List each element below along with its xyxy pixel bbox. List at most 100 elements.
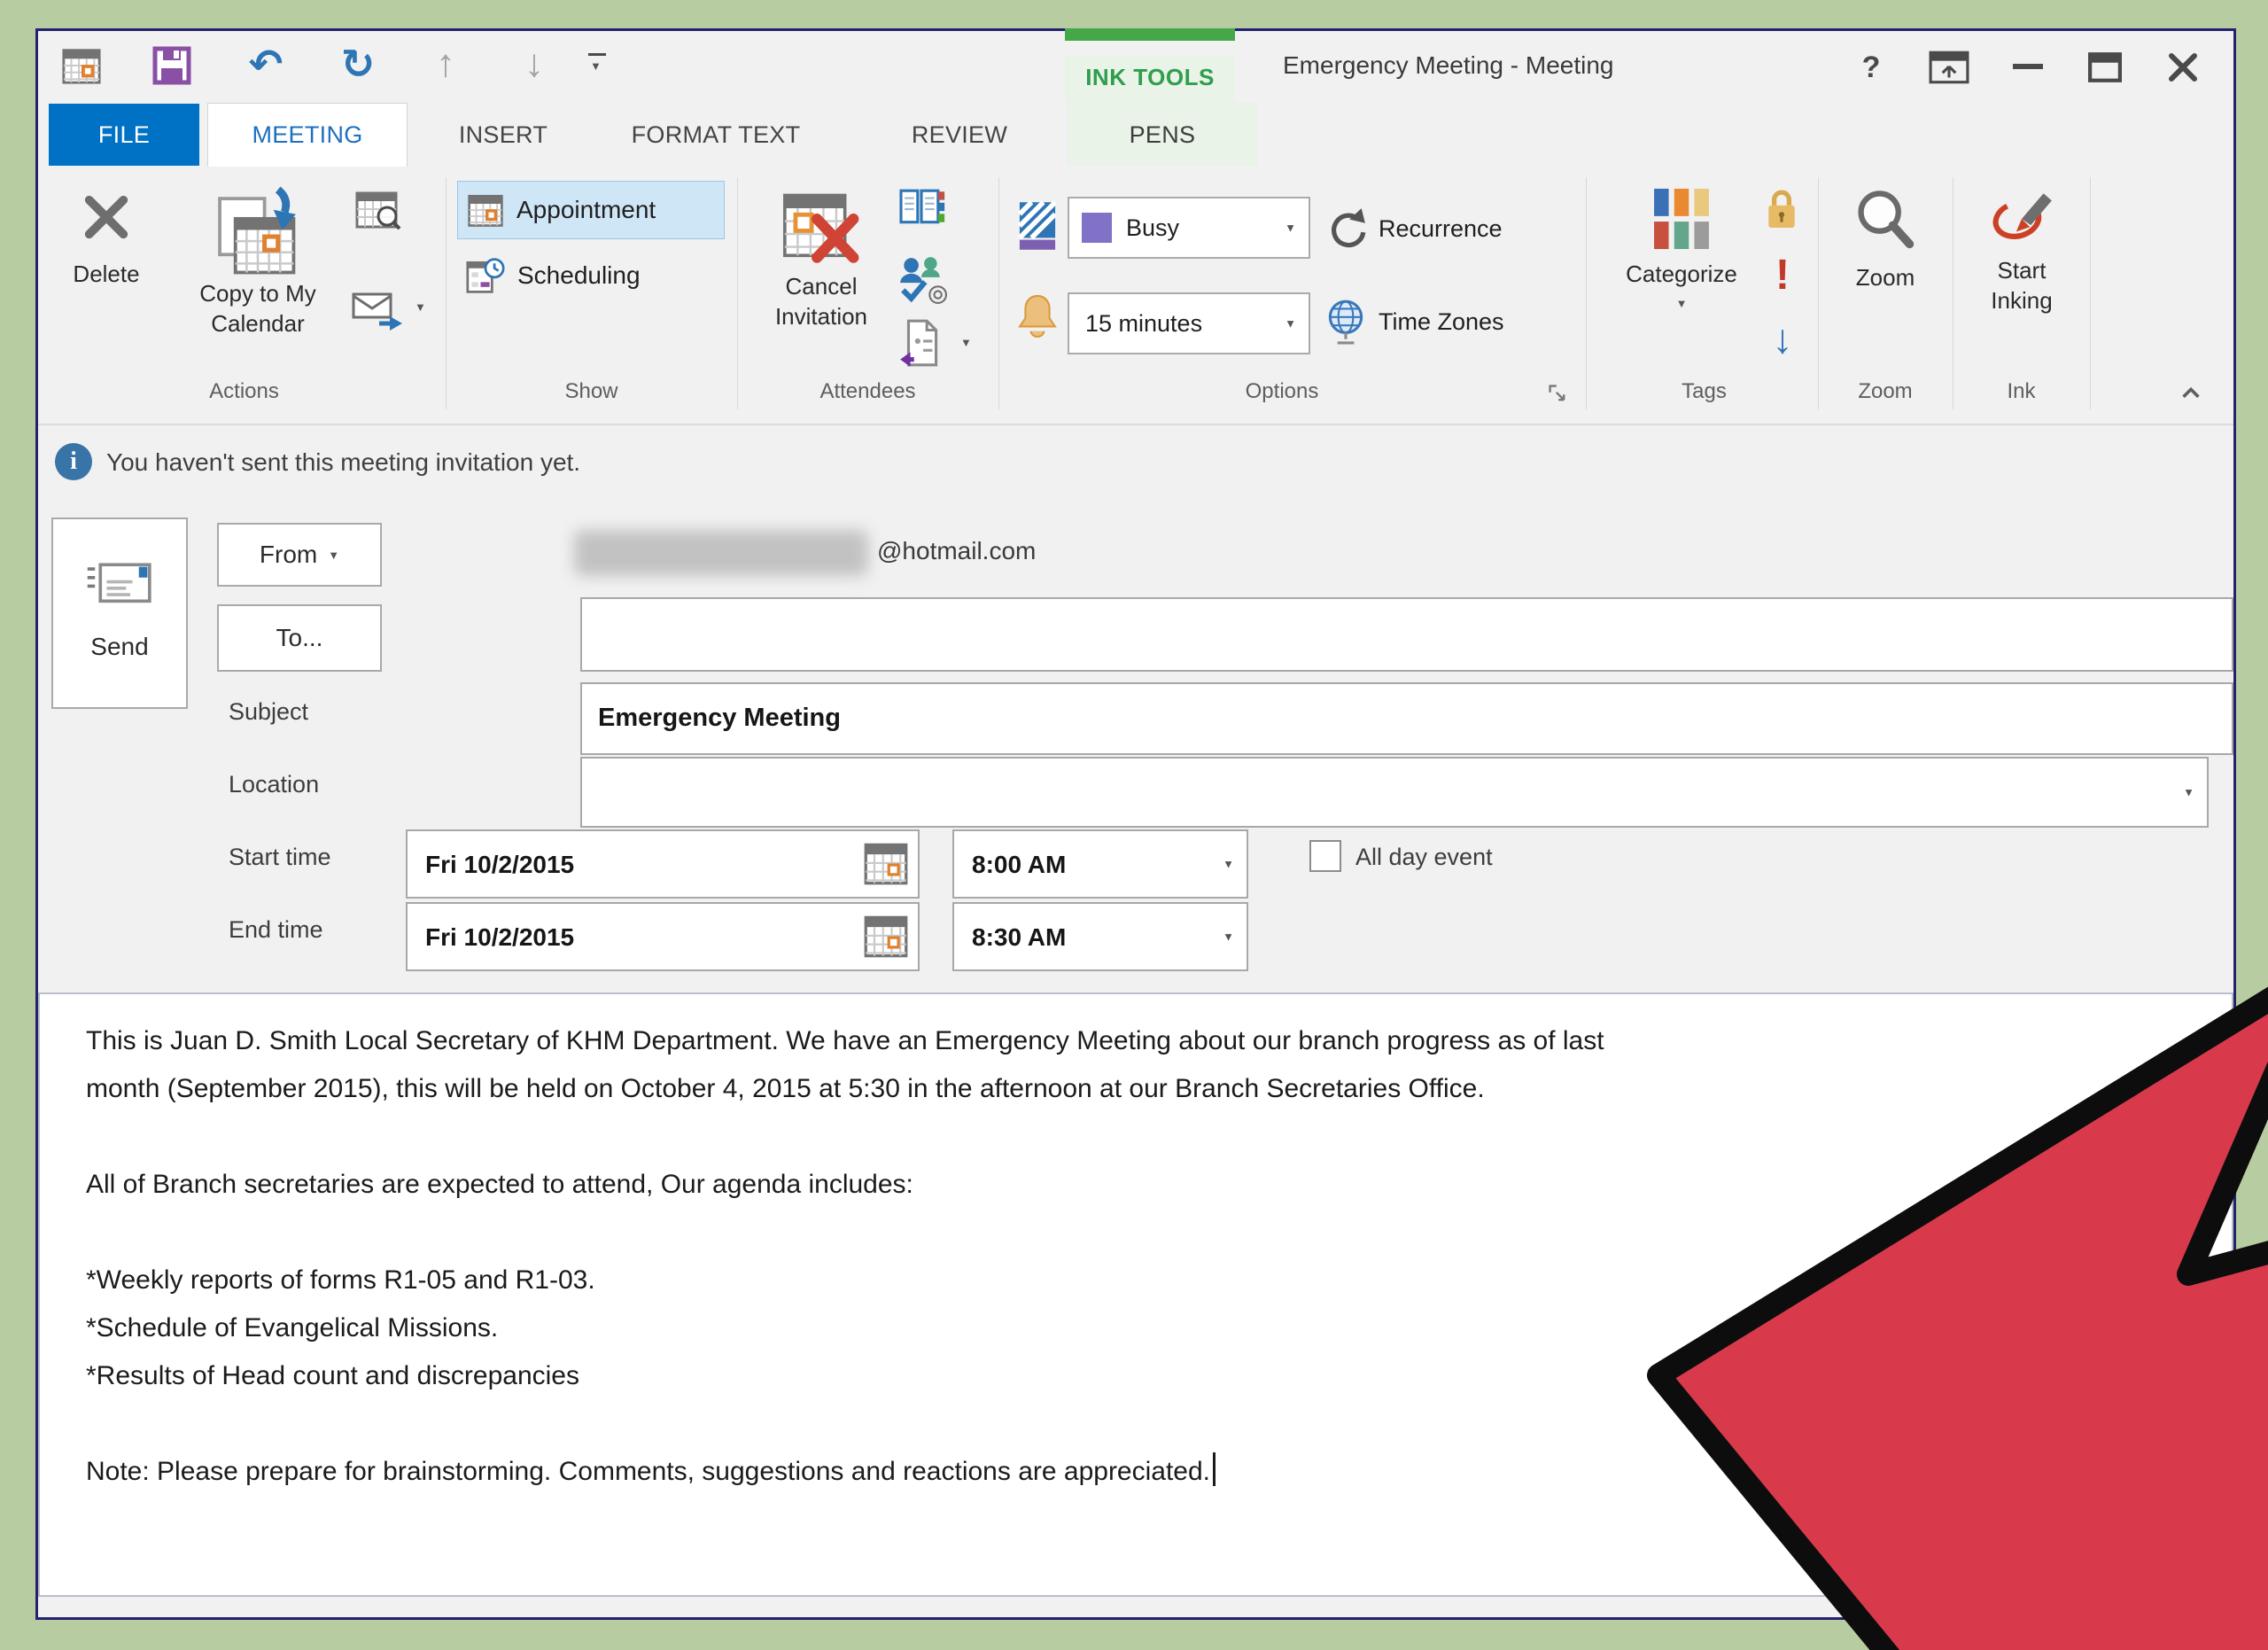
qat-app-calendar-icon[interactable] — [58, 41, 105, 90]
location-label: Location — [229, 771, 319, 798]
categorize-button[interactable]: Categorize ▼ — [1607, 175, 1756, 381]
globe-icon — [1324, 298, 1368, 346]
time-zones-button[interactable]: Time Zones — [1324, 294, 1581, 349]
group-separator — [446, 177, 447, 409]
body-last-line: Note: Please prepare for brainstorming. … — [86, 1448, 2205, 1496]
response-options-caret-icon[interactable]: ▼ — [960, 337, 972, 348]
close-button[interactable] — [2162, 46, 2204, 89]
reminder-bell-icon — [1017, 292, 1058, 344]
tab-meeting[interactable]: MEETING — [207, 103, 408, 167]
minimize-button[interactable] — [2013, 64, 2043, 69]
message-body-text: This is Juan D. Smith Local Secretary of… — [86, 1017, 2205, 1496]
low-importance-icon-button[interactable]: ↓ — [1763, 308, 1802, 369]
body-line — [86, 1113, 2205, 1161]
categorize-caret-icon: ▼ — [1676, 298, 1688, 309]
group-separator — [2090, 177, 2091, 409]
reminder-caret-icon: ▼ — [1285, 318, 1296, 330]
show-as-value: Busy — [1126, 214, 1179, 242]
qat-save-icon[interactable] — [149, 41, 195, 90]
forward-meeting-icon-button[interactable] — [349, 285, 404, 335]
location-input[interactable]: ▼ — [580, 757, 2209, 828]
show-as-caret-icon: ▼ — [1285, 222, 1296, 234]
response-options-icon-button[interactable] — [897, 315, 946, 370]
qat-more-commands-icon[interactable]: ▼ — [586, 51, 610, 78]
tab-review[interactable]: REVIEW — [875, 104, 1044, 166]
start-inking-button[interactable]: Start Inking — [1960, 175, 2084, 381]
group-separator — [1818, 177, 1819, 409]
body-line: *Schedule of Evangelical Missions. — [86, 1304, 2205, 1352]
maximize-button[interactable] — [2084, 46, 2126, 89]
delete-button[interactable]: Delete — [51, 177, 161, 383]
open-calendar-icon-button[interactable] — [353, 186, 404, 236]
qat-down-arrow-icon[interactable]: ↓ — [512, 37, 556, 90]
start-date-input[interactable]: Fri 10/2/2015 — [406, 829, 920, 899]
tab-insert[interactable]: INSERT — [432, 104, 574, 166]
forward-dropdown-caret-icon[interactable]: ▼ — [415, 301, 426, 313]
body-line: month (September 2015), this will be hel… — [86, 1065, 2205, 1113]
body-line: All of Branch secretaries are expected t… — [86, 1161, 2205, 1209]
magnifier-icon — [1852, 186, 1919, 253]
to-input[interactable] — [580, 597, 2233, 672]
ink-tools-context-bar — [1065, 28, 1235, 41]
zoom-button[interactable]: Zoom — [1830, 175, 1940, 381]
address-book-icon-button[interactable] — [895, 183, 948, 232]
group-separator — [1586, 177, 1587, 409]
body-line: This is Juan D. Smith Local Secretary of… — [86, 1017, 2205, 1065]
show-as-busy-icon — [1017, 200, 1058, 252]
reminder-value: 15 minutes — [1085, 310, 1202, 338]
group-label-show: Show — [446, 379, 737, 404]
scheduling-toggle[interactable]: Scheduling — [457, 246, 725, 305]
high-importance-icon-button[interactable]: ! — [1765, 245, 1800, 305]
end-time-select[interactable]: 8:30 AM ▼ — [952, 902, 1248, 971]
reminder-select[interactable]: 15 minutes ▼ — [1068, 292, 1310, 354]
start-inking-pen-icon — [1987, 186, 2056, 255]
cancel-invitation-button[interactable]: Cancel Invitation — [751, 175, 891, 381]
start-date-picker-icon[interactable] — [863, 840, 909, 892]
body-line — [86, 1209, 2205, 1257]
subject-input[interactable]: Emergency Meeting — [580, 682, 2233, 755]
from-address-domain: @hotmail.com — [877, 537, 1036, 565]
ribbon-display-options-button[interactable] — [1924, 46, 1974, 89]
screenshot-root: ↶ ↻ ↑ ↓ ▼ INK TOOLS Emergency Meeting - … — [0, 0, 2268, 1650]
start-time-label: Start time — [229, 844, 331, 871]
end-time-label: End time — [229, 916, 323, 944]
message-body-editor[interactable]: This is Juan D. Smith Local Secretary of… — [38, 992, 2233, 1597]
appointment-calendar-icon — [467, 191, 504, 229]
qat-undo-icon[interactable]: ↶ — [241, 37, 291, 90]
text-cursor — [1213, 1452, 1216, 1486]
qat-redo-icon[interactable]: ↻ — [333, 37, 383, 90]
ink-tools-context-label: INK TOOLS — [1065, 55, 1235, 99]
group-label-tags: Tags — [1590, 379, 1818, 404]
send-label: Send — [90, 633, 148, 661]
options-dialog-launcher[interactable] — [1547, 383, 1568, 404]
tab-format-text[interactable]: FORMAT TEXT — [592, 104, 840, 166]
appointment-toggle-selected[interactable]: Appointment — [457, 181, 725, 239]
copy-to-my-calendar-button[interactable]: Copy to My Calendar — [165, 175, 351, 381]
qat-up-arrow-icon[interactable]: ↑ — [423, 37, 468, 90]
send-button[interactable]: Send — [51, 518, 188, 709]
to-button[interactable]: To... — [217, 604, 382, 672]
group-label-zoom: Zoom — [1818, 379, 1953, 404]
ribbon-bottom-divider — [38, 424, 2233, 425]
start-time-select[interactable]: 8:00 AM ▼ — [952, 829, 1248, 899]
collapse-ribbon-icon[interactable] — [2176, 381, 2206, 404]
from-button[interactable]: From ▼ — [217, 523, 382, 587]
group-label-options: Options — [998, 379, 1565, 404]
copy-calendar-icon — [215, 186, 300, 278]
info-icon: i — [55, 443, 92, 480]
group-separator — [737, 177, 738, 409]
end-date-input[interactable]: Fri 10/2/2015 — [406, 902, 920, 971]
start-time-value: 8:00 AM — [972, 851, 1066, 879]
all-day-checkbox[interactable] — [1309, 840, 1341, 872]
private-lock-icon-button[interactable] — [1761, 183, 1802, 236]
show-as-select[interactable]: Busy ▼ — [1068, 197, 1310, 259]
recurrence-button[interactable]: Recurrence — [1324, 202, 1581, 255]
check-names-icon-button[interactable] — [893, 250, 950, 308]
tab-file[interactable]: FILE — [49, 104, 199, 166]
from-label: From — [260, 541, 317, 569]
subject-value: Emergency Meeting — [598, 704, 841, 733]
end-date-value: Fri 10/2/2015 — [425, 923, 574, 952]
help-button[interactable]: ? — [1852, 46, 1891, 89]
end-date-picker-icon[interactable] — [863, 913, 909, 965]
tab-pens[interactable]: PENS — [1067, 104, 1258, 166]
